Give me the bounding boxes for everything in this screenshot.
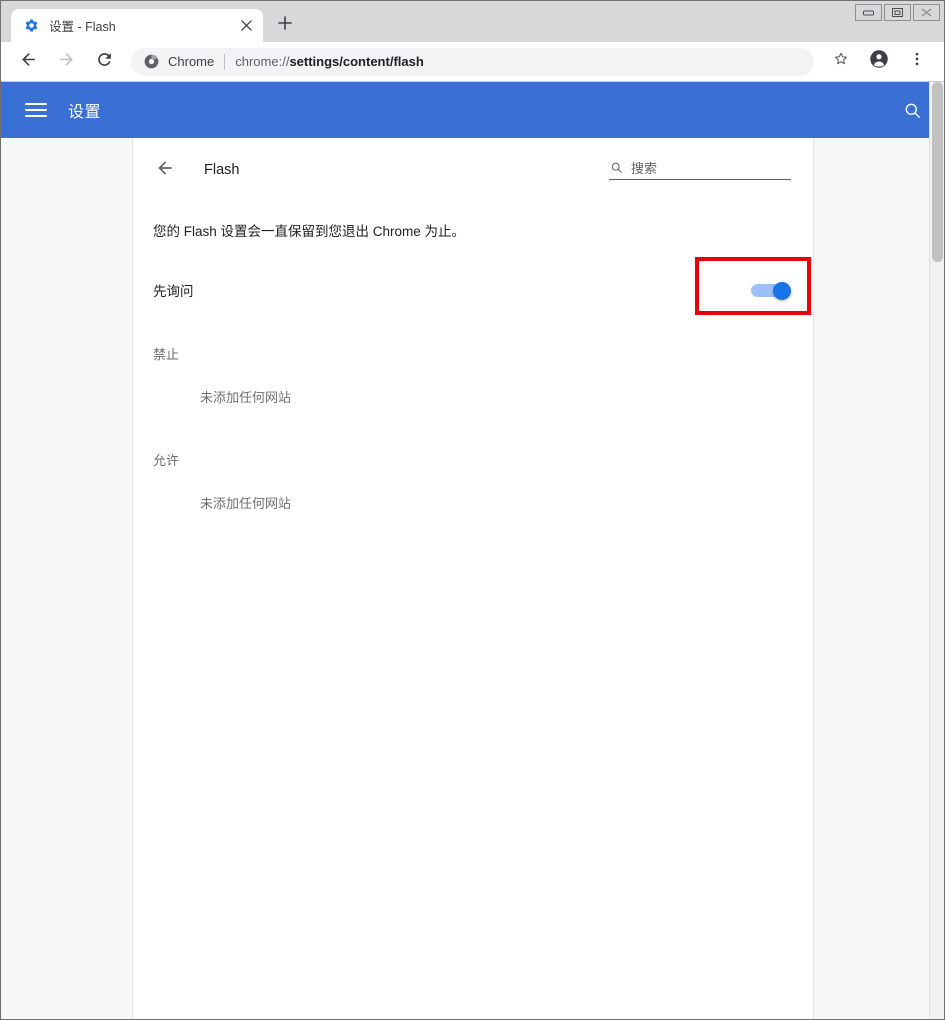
appbar-search-icon[interactable]	[900, 98, 924, 122]
star-icon	[832, 50, 850, 73]
profile-button[interactable]	[865, 48, 893, 76]
ask-first-row[interactable]: 先询问	[133, 257, 813, 318]
back-button[interactable]	[14, 48, 42, 76]
settings-gear-icon	[23, 18, 39, 34]
page-back-button[interactable]	[152, 157, 178, 183]
account-avatar-icon	[869, 49, 889, 74]
page-viewport: 设置 Flash 搜索 您的 Flash 设置会一直保留到您退出 Chrome …	[1, 81, 944, 1019]
back-arrow-icon	[19, 50, 38, 74]
tab-strip: 设置 - Flash	[1, 1, 944, 42]
address-bar[interactable]: Chrome chrome://settings/content/flash	[131, 47, 814, 76]
chrome-menu-button[interactable]	[903, 48, 931, 76]
new-tab-button[interactable]	[271, 11, 299, 39]
bookmark-button[interactable]	[827, 48, 855, 76]
browser-tab[interactable]: 设置 - Flash	[11, 9, 263, 42]
ask-first-label: 先询问	[153, 284, 194, 300]
settings-search-field[interactable]	[609, 160, 791, 180]
block-section: 禁止 未添加任何网站	[133, 318, 813, 406]
back-arrow-icon	[155, 158, 175, 183]
browser-toolbar: Chrome chrome://settings/content/flash	[1, 42, 944, 81]
search-input[interactable]	[631, 161, 791, 176]
settings-appbar: 设置	[1, 82, 944, 138]
settings-subheader: Flash	[133, 138, 813, 202]
block-section-empty: 未添加任何网站	[200, 390, 292, 406]
tab-title: 设置 - Flash	[49, 20, 116, 34]
chrome-logo-icon	[143, 54, 159, 70]
url-path: settings/content/flash	[289, 54, 424, 69]
forward-arrow-icon	[57, 50, 76, 74]
block-section-title: 禁止	[153, 347, 180, 363]
hamburger-menu-icon[interactable]	[25, 99, 47, 121]
reload-button[interactable]	[90, 48, 118, 76]
allow-section: 允许 未添加任何网站	[133, 424, 813, 512]
tab-close-button[interactable]	[237, 17, 255, 35]
search-icon	[609, 160, 623, 174]
maximize-button[interactable]	[884, 4, 911, 21]
toggle-knob	[773, 282, 791, 301]
plus-icon	[278, 15, 292, 35]
settings-background: Flash 您的 Flash 设置会一直保留到您退出 Chrome 为止。	[1, 138, 944, 1019]
settings-card: Flash 您的 Flash 设置会一直保留到您退出 Chrome 为止。	[132, 138, 814, 1019]
omnibox-divider	[224, 53, 226, 70]
url-prefix: chrome://	[235, 54, 290, 69]
security-chip-label: Chrome	[168, 54, 215, 69]
ask-first-toggle[interactable]	[751, 282, 791, 301]
page-title: Flash	[204, 162, 240, 178]
reload-icon	[95, 50, 114, 74]
allow-section-empty: 未添加任何网站	[200, 496, 292, 512]
window-controls	[855, 4, 940, 21]
forward-button[interactable]	[52, 48, 80, 76]
url-text: chrome://settings/content/flash	[235, 54, 424, 69]
settings-title: 设置	[68, 104, 102, 121]
browser-window: 设置 - Flash Chrome chrome://settings/cont…	[0, 0, 945, 1020]
page-scrollbar[interactable]	[929, 82, 944, 1019]
allow-section-title: 允许	[153, 453, 180, 469]
flash-description: 您的 Flash 设置会一直保留到您退出 Chrome 为止。	[153, 224, 466, 239]
close-button[interactable]	[913, 4, 940, 21]
three-dot-menu-icon	[908, 50, 926, 73]
scrollbar-thumb[interactable]	[932, 82, 943, 262]
minimize-button[interactable]	[855, 4, 882, 21]
